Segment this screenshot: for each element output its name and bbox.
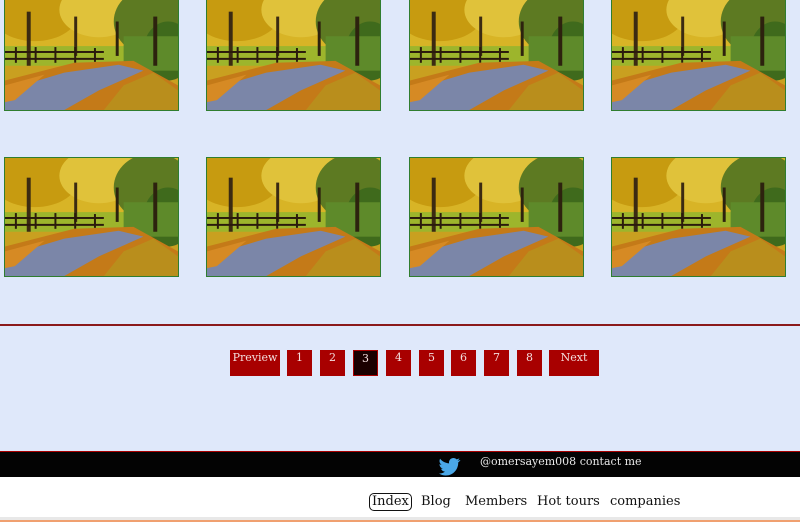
page-3-button-current[interactable]: 3	[353, 350, 378, 376]
page-2-button[interactable]: 2	[320, 350, 345, 376]
page-1-button[interactable]: 1	[287, 350, 312, 376]
gallery-photo[interactable]	[206, 157, 381, 277]
nav-item-index[interactable]: Index	[369, 493, 412, 511]
autumn-path-photo	[612, 0, 785, 110]
photo-gallery	[0, 0, 800, 300]
page-4-button[interactable]: 4	[386, 350, 411, 376]
autumn-path-photo	[207, 0, 380, 110]
contact-me-link[interactable]: contact me	[580, 455, 642, 468]
previous-page-button[interactable]: Preview	[230, 350, 280, 376]
gallery-photo[interactable]	[206, 0, 381, 111]
autumn-path-photo	[5, 158, 178, 276]
next-page-button[interactable]: Next	[549, 350, 599, 376]
nav-item-blog[interactable]: Blog	[421, 494, 451, 510]
nav-item-hot-tours[interactable]: Hot tours	[537, 494, 600, 510]
section-divider	[0, 324, 800, 326]
page-5-button[interactable]: 5	[419, 350, 444, 376]
gallery-photo[interactable]	[611, 157, 786, 277]
gallery-photo[interactable]	[611, 0, 786, 111]
autumn-path-photo	[410, 0, 583, 110]
page-7-button[interactable]: 7	[484, 350, 509, 376]
page-6-button[interactable]: 6	[451, 350, 476, 376]
page-8-button[interactable]: 8	[517, 350, 542, 376]
gallery-photo[interactable]	[409, 157, 584, 277]
gallery-photo[interactable]	[4, 157, 179, 277]
gallery-photo[interactable]	[409, 0, 584, 111]
gallery-photo[interactable]	[4, 0, 179, 111]
autumn-path-photo	[410, 158, 583, 276]
nav-item-companies[interactable]: companies	[610, 494, 680, 510]
autumn-path-photo	[207, 158, 380, 276]
twitter-handle-link[interactable]: @omersayem008	[480, 455, 576, 468]
footer-strip	[0, 517, 800, 522]
main-navigation: Index Blog Members Hot tours companies	[0, 477, 800, 517]
nav-item-members[interactable]: Members	[465, 494, 527, 510]
autumn-path-photo	[5, 0, 178, 110]
autumn-path-photo	[612, 158, 785, 276]
pagination: Preview 1 2 3 4 5 6 7 8 Next	[0, 350, 800, 378]
social-bar: @omersayem008 contact me	[0, 451, 800, 478]
twitter-bird-icon[interactable]	[438, 456, 462, 476]
twitter-contact: @omersayem008 contact me	[480, 455, 642, 468]
